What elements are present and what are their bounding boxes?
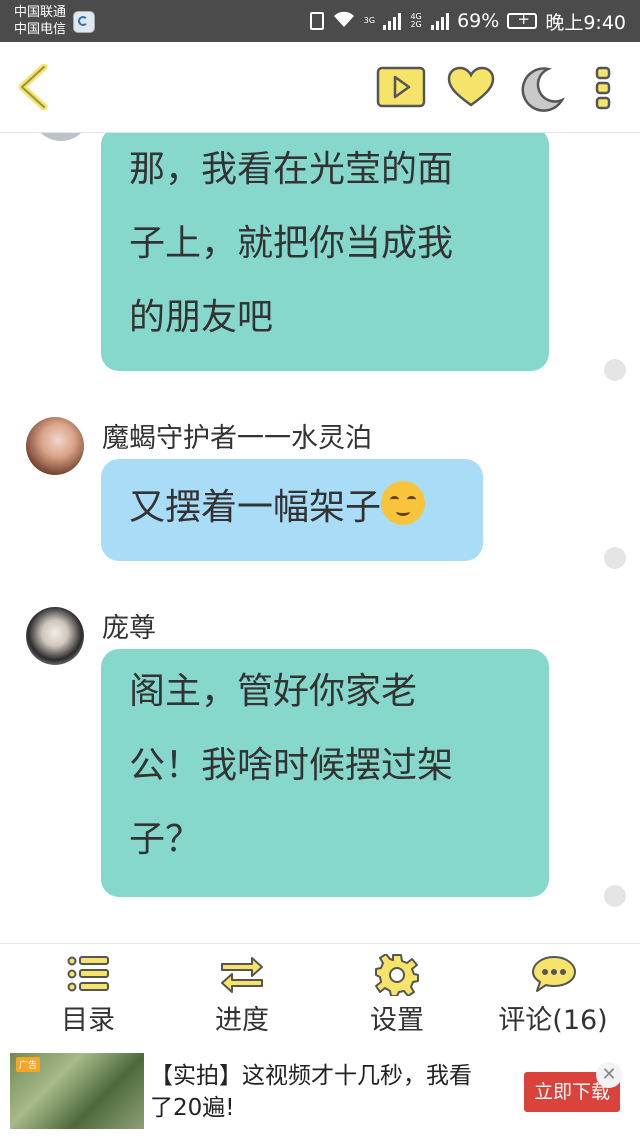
chat-area[interactable]: 那，我看在光莹的面 子上，就把你当成我 的朋友吧 魔蝎守护者一一水灵泊 又摆着一… <box>0 133 640 943</box>
message-line: 公！我啥时候摆过架 <box>129 745 454 786</box>
message-bubble[interactable]: 又摆着一幅架子 <box>101 459 483 561</box>
status-icons: 3G 4G 2G 69% 晚上9:40 <box>309 9 626 34</box>
clock: 晚上9:40 <box>545 11 626 34</box>
carrier-info: 中国联通 中国电信 <box>14 4 66 38</box>
message-line: 阁主，管好你家老 <box>129 671 418 712</box>
message-menu-dot[interactable] <box>604 359 626 381</box>
carrier-2: 中国电信 <box>14 22 67 37</box>
close-icon[interactable]: ✕ <box>596 1062 622 1088</box>
message-bubble[interactable]: 那，我看在光莹的面 子上，就把你当成我 的朋友吧 <box>101 133 549 371</box>
heart-icon[interactable] <box>446 66 496 108</box>
reader-toolbar <box>0 42 640 133</box>
ad-badge: 广告 <box>16 1057 41 1072</box>
battery-percent: 69% <box>457 10 500 32</box>
speaker-name: 庞尊 <box>102 613 156 644</box>
message-menu-dot[interactable] <box>604 885 626 907</box>
wifi-icon <box>332 10 356 33</box>
list-icon <box>67 956 109 992</box>
nav-settings[interactable]: 设置 <box>322 944 472 1042</box>
nav-progress[interactable]: 进度 <box>167 944 317 1042</box>
nav-label: 评论(16) <box>498 1005 608 1036</box>
message-line: 子？ <box>129 819 202 860</box>
message-line: 的朋友吧 <box>129 297 274 338</box>
network-type-1: 3G <box>363 16 376 25</box>
network-type-2: 4G 2G <box>410 12 422 29</box>
nav-label: 设置 <box>370 1005 424 1036</box>
comment-icon <box>532 956 576 992</box>
avatar[interactable] <box>26 607 84 665</box>
message-line: 那，我看在光莹的面 <box>129 149 454 190</box>
more-vertical-icon[interactable] <box>592 66 616 110</box>
battery-icon <box>507 10 538 29</box>
status-bar: 中国联通 中国电信 3G 4G 2G 69% 晚上9:40 <box>0 0 640 42</box>
ad-text[interactable]: 【实拍】这视频才十几秒，我看了20遍! <box>150 1060 490 1124</box>
moon-icon[interactable] <box>518 66 568 112</box>
chevron-left-icon[interactable] <box>14 63 54 111</box>
ad-thumbnail[interactable]: 广告 <box>10 1053 144 1129</box>
nav-label: 进度 <box>215 1005 269 1036</box>
smirk-emoji-icon <box>381 481 426 525</box>
gear-icon <box>375 954 419 996</box>
play-icon[interactable] <box>376 66 426 108</box>
swap-arrows-icon <box>221 957 263 993</box>
vibrate-icon <box>309 12 324 30</box>
nav-label: 目录 <box>61 1005 115 1036</box>
ad-banner[interactable]: 广告 【实拍】这视频才十几秒，我看了20遍! 立即下载 ✕ <box>0 1042 640 1138</box>
avatar[interactable] <box>32 133 90 141</box>
message-menu-dot[interactable] <box>604 547 626 569</box>
signal-icon-1 <box>383 12 402 30</box>
message-line: 又摆着一幅架子 <box>129 487 382 528</box>
message-bubble[interactable]: 阁主，管好你家老 公！我啥时候摆过架 子？ <box>101 649 549 897</box>
nav-catalog[interactable]: 目录 <box>13 944 163 1042</box>
bottom-nav: 目录 进度 设置 评论(16) <box>0 943 640 1042</box>
carrier-1: 中国联通 <box>14 5 67 20</box>
speaker-name: 魔蝎守护者一一水灵泊 <box>102 423 372 454</box>
avatar[interactable] <box>26 417 84 475</box>
signal-icon-2 <box>431 12 450 30</box>
message-line: 子上，就把你当成我 <box>129 223 454 264</box>
notification-app-icon <box>73 11 95 33</box>
nav-comments[interactable]: 评论(16) <box>478 944 628 1042</box>
